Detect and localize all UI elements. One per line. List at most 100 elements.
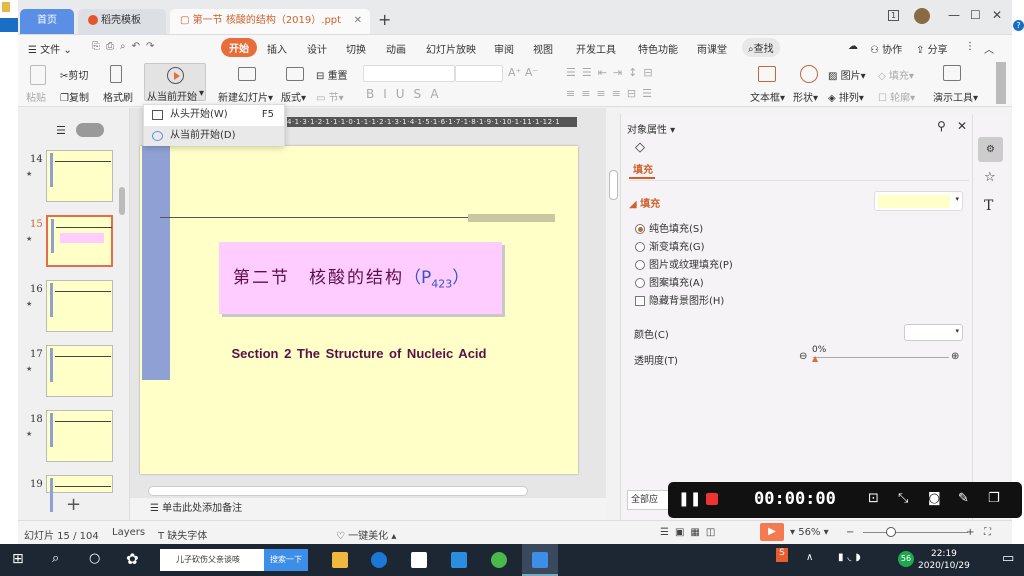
font-size-select[interactable] bbox=[455, 65, 503, 82]
collapse-ribbon-icon[interactable]: ︿ bbox=[984, 41, 994, 56]
properties-settings-icon[interactable]: ⚙ bbox=[978, 137, 1003, 162]
menu-item-play-from-start[interactable]: 从头开始(W) F5 bbox=[144, 105, 284, 125]
more-icon[interactable]: ⋮ bbox=[965, 41, 975, 52]
slide-canvas[interactable]: 第二节 核酸的结构（P423） Section 2 The Structure … bbox=[140, 146, 578, 474]
radio-pattern-fill[interactable]: 图案填充(A) bbox=[635, 274, 704, 289]
slide-thumbnail[interactable] bbox=[46, 410, 113, 462]
zoom-slider[interactable] bbox=[863, 532, 968, 533]
slide-title-box[interactable]: 第二节 核酸的结构（P423） bbox=[219, 242, 502, 314]
browser-360-icon[interactable] bbox=[491, 552, 507, 568]
wps-taskbar-button[interactable] bbox=[522, 544, 558, 576]
new-slide-button[interactable]: 新建幻灯片▾ bbox=[218, 89, 273, 104]
fill-section-header[interactable]: ◢ 填充 bbox=[629, 195, 660, 210]
menu-special[interactable]: 特色功能 bbox=[638, 41, 678, 56]
menu-design[interactable]: 设计 bbox=[307, 41, 327, 56]
pin-icon[interactable]: ⚲ bbox=[937, 119, 946, 133]
menu-file[interactable]: ☰ 文件 ⌄ bbox=[28, 41, 72, 56]
pane-title[interactable]: 对象属性 ▾ bbox=[627, 121, 675, 136]
menu-slideshow[interactable]: 幻灯片放映 bbox=[426, 41, 476, 56]
play-from-current-button[interactable]: 从当前开始 ▾ bbox=[144, 63, 206, 103]
slide-thumbnail[interactable] bbox=[46, 475, 113, 512]
slide-thumbnail[interactable] bbox=[46, 280, 113, 332]
outline-button[interactable]: ☐ 轮廓▾ bbox=[878, 89, 915, 104]
collaborate-button[interactable]: ⚇ 协作 bbox=[870, 41, 902, 56]
textbox-button[interactable]: 文本框▾ bbox=[750, 89, 785, 104]
play-slideshow-button[interactable]: ▶ bbox=[760, 523, 784, 541]
slide-thumbnail[interactable] bbox=[46, 215, 113, 267]
layout-button[interactable]: 版式▾ bbox=[281, 89, 306, 104]
beautify-button[interactable]: ♡ 一键美化 ▴ bbox=[336, 527, 396, 542]
view-mode-buttons[interactable]: ☰▣▦◫ bbox=[660, 527, 721, 538]
security-badge[interactable]: 56 bbox=[898, 551, 914, 567]
search-button[interactable]: ⌕查找 bbox=[742, 38, 780, 57]
cortana-icon[interactable]: ○ bbox=[89, 551, 100, 566]
share-button[interactable]: ⇪ 分享 bbox=[916, 41, 948, 56]
new-tab-button[interactable]: + bbox=[378, 10, 391, 29]
radio-solid-fill[interactable]: 纯色填充(S) bbox=[635, 220, 703, 235]
app-icon[interactable]: ✿ bbox=[126, 550, 139, 568]
region-icon[interactable]: ⊡ bbox=[868, 491, 879, 506]
copy-button[interactable]: ❐复制 bbox=[60, 89, 89, 104]
taskbar-search-button[interactable]: 搜索一下 bbox=[264, 549, 308, 571]
window-count-badge[interactable]: 1 bbox=[888, 10, 900, 21]
edge-icon[interactable] bbox=[371, 552, 387, 568]
menu-review[interactable]: 审阅 bbox=[494, 41, 514, 56]
slide-thumbnail[interactable] bbox=[46, 150, 113, 202]
menu-item-play-from-current[interactable]: 从当前开始(D) bbox=[144, 126, 284, 146]
tab-templates[interactable]: 稻壳模板 bbox=[78, 9, 166, 34]
font-name-select[interactable] bbox=[363, 65, 455, 82]
menu-insert[interactable]: 插入 bbox=[267, 41, 287, 56]
sogou-ime-icon[interactable]: S bbox=[776, 548, 788, 562]
color-select[interactable]: ▾ bbox=[904, 324, 963, 341]
slide-thumbnail[interactable] bbox=[46, 345, 113, 397]
format-painter-button[interactable]: 格式刷 bbox=[103, 89, 133, 104]
menu-home[interactable]: 开始 bbox=[221, 38, 257, 57]
transparency-decrease[interactable]: ⊖ bbox=[799, 351, 807, 362]
slide-subtitle[interactable]: Section 2 The Structure of Nucleic Acid bbox=[140, 346, 578, 361]
file-explorer-icon[interactable] bbox=[332, 552, 348, 568]
start-button[interactable]: ⊞ bbox=[12, 551, 24, 567]
paragraph-buttons[interactable]: ☰☰⇤⇥↕⊟ bbox=[566, 66, 659, 79]
cut-button[interactable]: ✂剪切 bbox=[60, 67, 88, 82]
mail-icon[interactable] bbox=[451, 552, 467, 568]
slider-handle[interactable]: ▲ bbox=[812, 354, 818, 363]
font-size-buttons[interactable]: A⁺ A⁻ bbox=[508, 66, 538, 79]
arrange-button[interactable]: ◈ 排列▾ bbox=[828, 89, 864, 104]
shrink-icon[interactable]: ⤡ bbox=[898, 491, 908, 506]
close-window-button[interactable]: ✕ bbox=[992, 8, 1002, 22]
vertical-scrollbar[interactable] bbox=[606, 108, 620, 520]
help-icon[interactable]: ? bbox=[1013, 20, 1024, 31]
menu-transitions[interactable]: 切换 bbox=[346, 41, 366, 56]
paste-button[interactable]: 粘贴 bbox=[26, 89, 46, 104]
store-icon[interactable] bbox=[411, 552, 427, 568]
add-slide-button[interactable]: + bbox=[66, 494, 81, 515]
transparency-slider[interactable] bbox=[813, 357, 949, 358]
slide-view-icon[interactable] bbox=[76, 123, 104, 137]
animation-star-icon[interactable]: ☆ bbox=[984, 170, 996, 185]
cloud-sync-icon[interactable]: ☁ bbox=[848, 41, 858, 52]
horizontal-scrollbar[interactable] bbox=[148, 486, 528, 496]
window-icon[interactable]: ❐ bbox=[988, 491, 1000, 506]
search-icon[interactable]: ⌕ bbox=[52, 551, 59, 566]
quick-access-icons[interactable]: ⎘⎙⌕↶↷ bbox=[92, 41, 160, 52]
tray-icons[interactable]: ▮◟◗ bbox=[838, 552, 865, 563]
zoom-select[interactable]: ▾ 56% ▾ bbox=[790, 527, 829, 538]
menu-view[interactable]: 视图 bbox=[533, 41, 553, 56]
tab-home[interactable]: 首页 bbox=[20, 9, 74, 34]
notes-area[interactable]: ☰ 单击此处添加备注 bbox=[130, 498, 606, 520]
transparency-increase[interactable]: ⊕ bbox=[951, 351, 959, 362]
maximize-button[interactable]: ☐ bbox=[970, 8, 981, 22]
shape-button[interactable]: 形状▾ bbox=[793, 89, 818, 104]
ribbon-scroll[interactable] bbox=[996, 62, 1006, 104]
taskbar-search-input[interactable]: 儿子砍伤父亲谈咳 bbox=[160, 549, 268, 571]
tab-document[interactable]: ▢ 第一节 核酸的结构（2019）.ppt ✕ bbox=[170, 9, 370, 34]
text-format-icon[interactable]: T bbox=[984, 198, 993, 214]
menu-animations[interactable]: 动画 bbox=[386, 41, 406, 56]
fill-button[interactable]: ◇ 填充▾ bbox=[878, 67, 914, 82]
reset-button[interactable]: ⊟ 重置 bbox=[316, 67, 348, 82]
pause-button[interactable]: ❚❚ bbox=[678, 491, 701, 507]
radio-gradient-fill[interactable]: 渐变填充(G) bbox=[635, 238, 705, 253]
outline-view-icon[interactable]: ☰ bbox=[56, 124, 66, 137]
fit-window-button[interactable]: ⛶ bbox=[984, 527, 991, 538]
zoom-in-button[interactable]: + bbox=[966, 527, 974, 538]
